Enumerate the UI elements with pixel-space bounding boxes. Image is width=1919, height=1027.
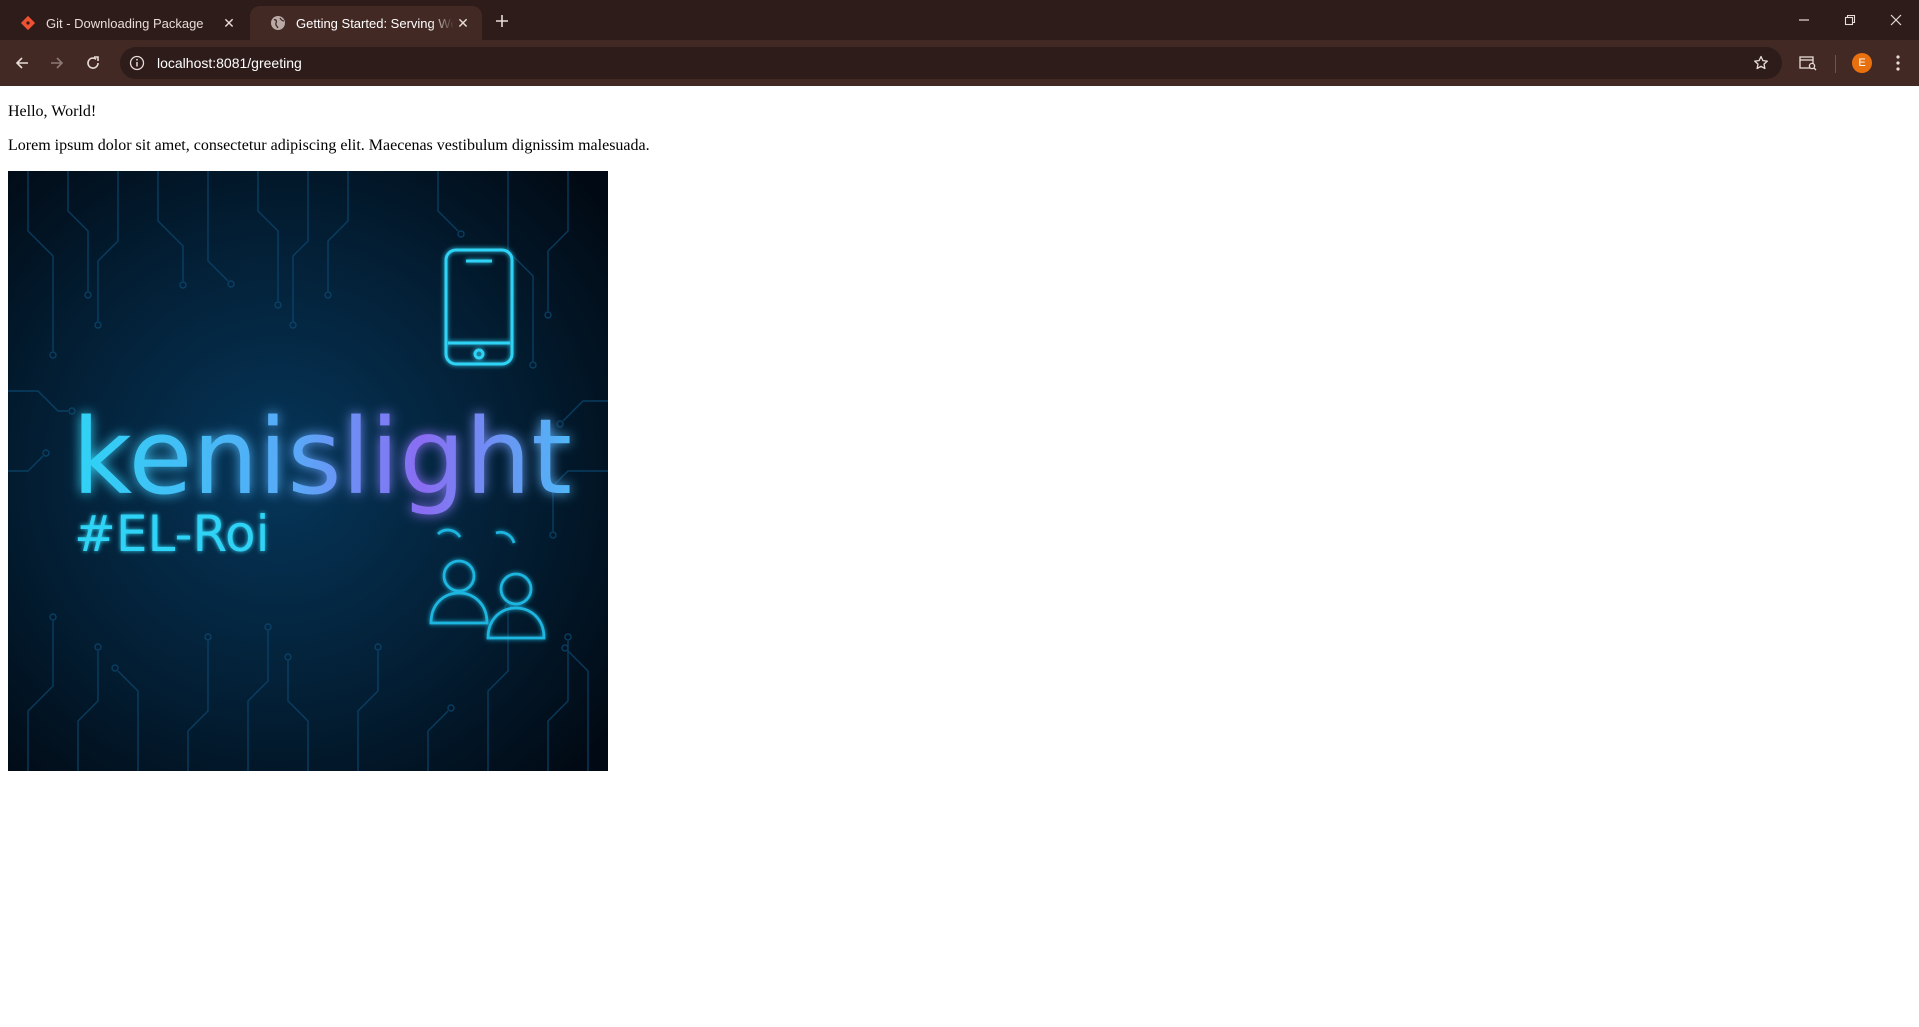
reading-list-button[interactable] <box>1794 49 1822 77</box>
tab-title: Git - Downloading Package <box>46 15 204 31</box>
forward-button[interactable] <box>43 49 71 77</box>
logo-text: kenislight <box>72 396 572 518</box>
tab-git-download[interactable]: Git - Downloading Package ✕ <box>0 6 248 40</box>
browser-toolbar: localhost:8081/greeting <box>0 40 1919 86</box>
back-arrow-icon <box>15 57 28 69</box>
address-url[interactable]: localhost:8081/greeting <box>157 47 302 79</box>
minimize-button[interactable] <box>1781 0 1827 40</box>
reload-button[interactable] <box>79 49 107 77</box>
bookmark-star-icon[interactable] <box>1750 52 1772 74</box>
more-vertical-icon <box>1896 55 1900 71</box>
plus-icon <box>496 15 508 27</box>
close-tab-icon[interactable]: ✕ <box>454 14 472 32</box>
reload-icon <box>87 56 99 69</box>
forward-arrow-icon <box>51 57 64 69</box>
globe-icon <box>270 15 286 31</box>
tab-search-icon <box>1799 56 1817 71</box>
close-icon <box>1890 14 1902 26</box>
browser-menu-button[interactable] <box>1884 49 1912 77</box>
kenislight-logo-image: kenislight #EL-Roi <box>8 171 608 771</box>
tab-strip: Git - Downloading Package ✕ Getting Star… <box>0 0 1919 40</box>
lorem-paragraph: Lorem ipsum dolor sit amet, consectetur … <box>8 137 650 154</box>
close-window-button[interactable] <box>1873 0 1919 40</box>
new-tab-button[interactable] <box>489 8 515 34</box>
hashtag-text: #EL-Roi <box>74 505 269 563</box>
back-button[interactable] <box>8 49 36 77</box>
tab-title: Getting Started: Serving Web Content <box>296 15 454 31</box>
tab-getting-started[interactable]: Getting Started: Serving Web Content ✕ <box>250 6 482 40</box>
site-info-icon[interactable] <box>128 54 146 72</box>
page-content: Hello, World! Lorem ipsum dolor sit amet… <box>0 86 1919 1027</box>
minimize-icon <box>1799 19 1809 21</box>
toolbar-divider <box>1835 55 1836 73</box>
profile-avatar[interactable]: E <box>1852 53 1872 73</box>
restore-button[interactable] <box>1827 0 1873 40</box>
greeting-text: Hello, World! <box>8 103 97 120</box>
git-logo-icon <box>20 15 36 31</box>
address-bar[interactable]: localhost:8081/greeting <box>120 47 1782 79</box>
close-tab-icon[interactable]: ✕ <box>220 14 238 32</box>
restore-icon <box>1844 14 1856 26</box>
